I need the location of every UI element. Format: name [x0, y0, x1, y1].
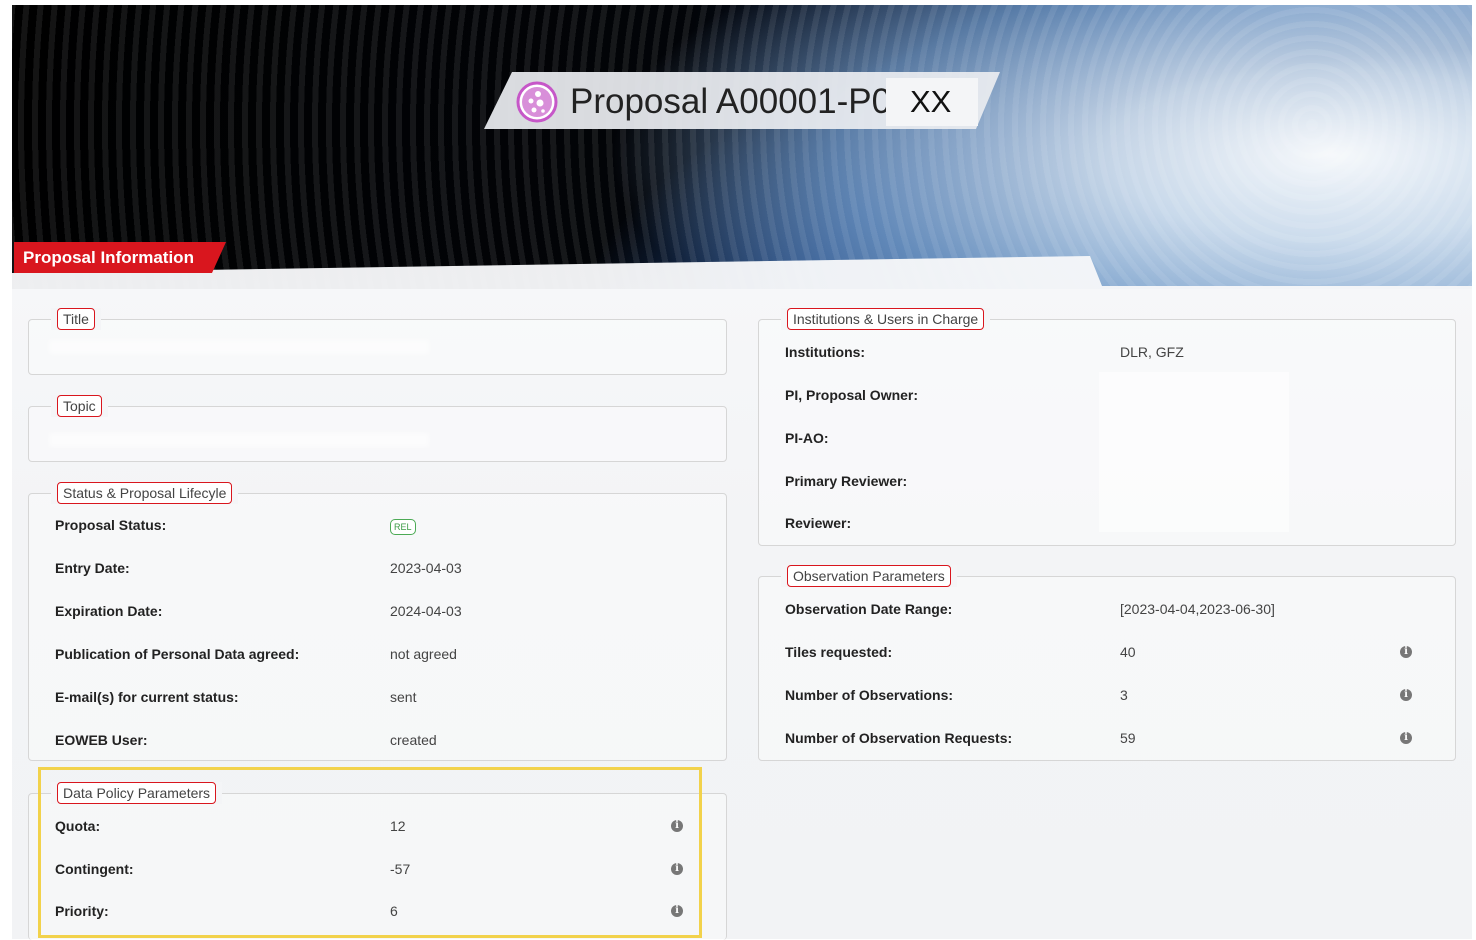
title-fieldset: Title — [28, 308, 727, 375]
institutions-value: DLR, GFZ — [1120, 344, 1184, 360]
observation-legend: Observation Parameters — [787, 565, 951, 587]
tiles-requested-info-icon[interactable]: i — [1400, 646, 1412, 658]
pi-owner-row: PI, Proposal Owner: — [785, 385, 1445, 405]
personal-data-label: Publication of Personal Data agreed: — [55, 646, 300, 662]
observation-requests-value: 59 — [1120, 730, 1136, 746]
status-fieldset: Status & Proposal Lifecyle Proposal Stat… — [28, 482, 727, 761]
observation-requests-row: Number of Observation Requests: 59 i — [785, 728, 1445, 748]
reviewer-row: Reviewer: — [785, 513, 1445, 533]
status-badge: REL — [390, 519, 416, 535]
observations-count-info-icon[interactable]: i — [1400, 689, 1412, 701]
page-title: Proposal A00001-P0 — [570, 82, 892, 121]
pi-owner-label: PI, Proposal Owner: — [785, 387, 919, 403]
observations-count-value: 3 — [1120, 687, 1128, 703]
personal-data-row: Publication of Personal Data agreed: not… — [55, 644, 715, 664]
tab-proposal-information[interactable]: Proposal Information — [14, 242, 226, 273]
page-title-suffix: XX — [886, 78, 978, 126]
topic-legend: Topic — [57, 395, 102, 417]
topic-fieldset: Topic — [28, 395, 727, 462]
expiration-date-value: 2024-04-03 — [390, 603, 462, 619]
status-label: Proposal Status: — [55, 517, 167, 533]
topic-value-redacted — [49, 433, 429, 447]
institutions-row: Institutions: DLR, GFZ — [785, 342, 1445, 362]
observation-date-range-value: [2023-04-04,2023-06-30] — [1120, 601, 1275, 617]
primary-reviewer-row: Primary Reviewer: — [785, 471, 1445, 491]
institutions-label: Institutions: — [785, 344, 866, 360]
reviewer-label: Reviewer: — [785, 515, 852, 531]
tiles-requested-row: Tiles requested: 40 i — [785, 642, 1445, 662]
tiles-requested-label: Tiles requested: — [785, 644, 893, 660]
expiration-date-label: Expiration Date: — [55, 603, 163, 619]
entry-date-label: Entry Date: — [55, 560, 130, 576]
observation-date-range-row: Observation Date Range: [2023-04-04,2023… — [785, 599, 1445, 619]
institutions-legend: Institutions & Users in Charge — [787, 308, 985, 330]
header-earth-banner — [12, 5, 1472, 289]
expiration-date-row: Expiration Date: 2024-04-03 — [55, 601, 715, 621]
tiles-requested-value: 40 — [1120, 644, 1136, 660]
institutions-fieldset: Institutions & Users in Charge Instituti… — [758, 308, 1456, 546]
observation-fieldset: Observation Parameters Observation Date … — [758, 565, 1456, 761]
observation-requests-label: Number of Observation Requests: — [785, 730, 1013, 746]
observations-count-label: Number of Observations: — [785, 687, 954, 703]
entry-date-value: 2023-04-03 — [390, 560, 462, 576]
status-legend: Status & Proposal Lifecyle — [57, 482, 233, 504]
proposal-bubbles-icon — [516, 81, 558, 123]
email-status-value: sent — [390, 689, 417, 705]
title-value-redacted — [49, 340, 429, 354]
pi-ao-label: PI-AO: — [785, 430, 829, 446]
eoweb-user-value: created — [390, 732, 437, 748]
eoweb-user-label: EOWEB User: — [55, 732, 148, 748]
status-row: Proposal Status: REL — [55, 515, 715, 535]
observation-date-range-label: Observation Date Range: — [785, 601, 953, 617]
personal-data-value: not agreed — [390, 646, 457, 662]
data-policy-highlight — [38, 767, 702, 938]
pi-ao-row: PI-AO: — [785, 428, 1445, 448]
primary-reviewer-label: Primary Reviewer: — [785, 473, 908, 489]
email-status-label: E-mail(s) for current status: — [55, 689, 239, 705]
entry-date-row: Entry Date: 2023-04-03 — [55, 558, 715, 578]
title-legend: Title — [57, 308, 95, 330]
observation-requests-info-icon[interactable]: i — [1400, 732, 1412, 744]
observations-count-row: Number of Observations: 3 i — [785, 685, 1445, 705]
email-status-row: E-mail(s) for current status: sent — [55, 687, 715, 707]
eoweb-user-row: EOWEB User: created — [55, 730, 715, 750]
